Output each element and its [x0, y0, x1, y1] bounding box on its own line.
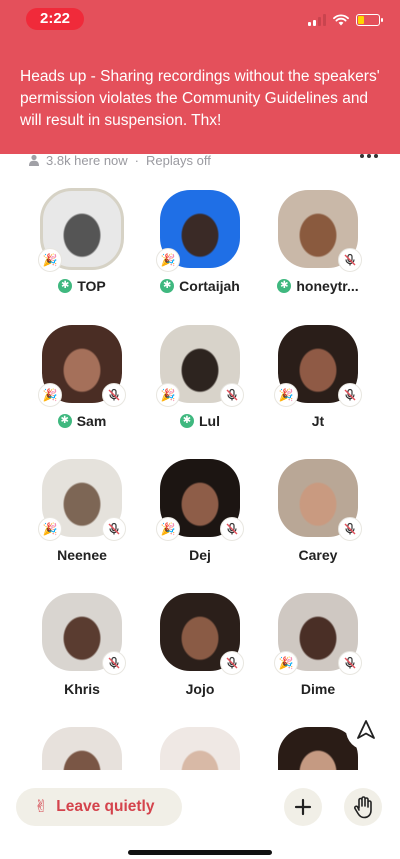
banner-message: Heads up - Sharing recordings without th…	[20, 68, 380, 129]
muted-mic-icon	[220, 651, 244, 675]
speaker-tile[interactable]: 🎉 Jt	[258, 325, 378, 445]
speaker-name-label: Cortaijah	[179, 278, 240, 294]
avatar-wrap	[42, 593, 126, 675]
speaker-tile[interactable]: 🎉 Dime	[258, 593, 378, 713]
cellular-signal-icon	[308, 14, 326, 26]
avatar-wrap	[160, 593, 244, 675]
listener-count: 3.8k here now	[46, 152, 128, 168]
speaker-tile[interactable]: Carey	[258, 459, 378, 579]
avatar-wrap	[278, 190, 362, 272]
speaker-name: Dej	[140, 547, 260, 563]
speaker-name: ✱ honeytr...	[258, 278, 378, 294]
muted-mic-icon	[220, 517, 244, 541]
speaker-name-label: Carey	[298, 547, 338, 563]
moderator-icon: ✱	[58, 279, 73, 293]
status-bar: 2:22	[0, 0, 400, 38]
avatar-wrap	[278, 459, 362, 541]
speaker-tile[interactable]: 🎉 ✱ TOP	[22, 188, 142, 310]
speaker-name-label: Neenee	[57, 547, 107, 563]
peace-hand-icon: ✌	[34, 797, 49, 816]
moderator-icon: ✱	[277, 279, 292, 293]
replays-status: Replays off	[146, 152, 211, 168]
speaker-name: Khris	[22, 681, 142, 697]
muted-mic-icon	[338, 651, 362, 675]
party-popper-icon: 🎉	[274, 383, 298, 407]
speaker-name-label: Jt	[311, 413, 325, 429]
status-icons	[308, 12, 383, 28]
speaker-name-label: honeytr...	[296, 278, 359, 294]
muted-mic-icon	[102, 517, 126, 541]
party-popper-icon: 🎉	[38, 248, 62, 272]
moderator-icon: ✱	[57, 414, 72, 428]
raise-hand-icon	[354, 796, 372, 819]
speaker-name: ✱ Lul	[140, 413, 260, 429]
avatar-wrap: 🎉	[38, 188, 124, 272]
speaker-tile[interactable]: Jojo	[140, 593, 260, 713]
party-popper-icon: 🎉	[38, 383, 62, 407]
person-icon	[29, 154, 39, 166]
muted-mic-icon	[220, 383, 244, 407]
avatar-wrap: 🎉	[274, 593, 362, 675]
speaker-tile[interactable]: 🎉 Dej	[140, 459, 260, 579]
guidelines-banner: 2:22 Heads up - Sharing recordings witho…	[0, 0, 400, 154]
home-indicator[interactable]	[128, 850, 272, 855]
speaker-name-label: Dej	[189, 547, 211, 563]
party-popper-icon: 🎉	[156, 248, 180, 272]
leave-quietly-button[interactable]: ✌ Leave quietly	[16, 788, 182, 826]
party-popper-icon: 🎉	[274, 651, 298, 675]
party-popper-icon: 🎉	[156, 517, 180, 541]
speaker-name: Jt	[258, 413, 378, 429]
arrow-glyph	[357, 720, 375, 739]
avatar-wrap: 🎉	[38, 459, 126, 541]
moderator-icon: ✱	[180, 414, 194, 428]
speaker-name-label: TOP	[77, 278, 106, 294]
avatar-wrap: 🎉	[38, 325, 126, 407]
muted-mic-icon	[102, 383, 126, 407]
battery-icon	[356, 14, 383, 26]
raise-hand-button[interactable]	[344, 788, 382, 826]
wifi-icon	[333, 14, 349, 26]
speaker-name: ✱ Sam	[22, 413, 142, 429]
navigation-arrow-icon[interactable]	[346, 710, 386, 750]
muted-mic-icon	[338, 517, 362, 541]
muted-mic-icon	[338, 383, 362, 407]
speaker-name: ✱ Cortaijah	[140, 278, 260, 294]
party-popper-icon: 🎉	[38, 517, 62, 541]
speaker-name-label: Khris	[64, 681, 100, 697]
speaker-tile[interactable]: ✱ honeytr...	[258, 190, 378, 310]
avatar-wrap: 🎉	[156, 190, 240, 272]
avatar-wrap: 🎉	[156, 325, 244, 407]
add-button[interactable]	[284, 788, 322, 826]
moderator-icon: ✱	[160, 279, 175, 293]
speaker-name: Carey	[258, 547, 378, 563]
avatar-wrap: 🎉	[156, 459, 244, 541]
speaker-name-label: Jojo	[185, 681, 215, 697]
leave-label: Leave quietly	[56, 798, 155, 815]
speaker-name: Jojo	[140, 681, 260, 697]
speaker-tile[interactable]: 🎉 ✱ Lul	[140, 325, 260, 445]
plus-icon	[294, 798, 312, 816]
avatar-wrap: 🎉	[274, 325, 362, 407]
speaker-name-label: Dime	[300, 681, 336, 697]
room-info: 3.8k here now · Replays off	[28, 150, 388, 170]
speaker-name-label: Lul	[199, 413, 220, 429]
speaker-name: Dime	[258, 681, 378, 697]
speaker-tile[interactable]: Khris	[22, 593, 142, 713]
speaker-name: Neenee	[22, 547, 142, 563]
muted-mic-icon	[338, 248, 362, 272]
status-time: 2:22	[26, 8, 84, 30]
bottom-bar: ✌ Leave quietly	[0, 770, 400, 859]
info-separator: ·	[134, 152, 140, 168]
speaker-tile[interactable]: 🎉 ✱ Cortaijah	[140, 190, 260, 310]
party-popper-icon: 🎉	[156, 383, 180, 407]
speaker-tile[interactable]: 🎉 Neenee	[22, 459, 142, 579]
muted-mic-icon	[102, 651, 126, 675]
speaker-name: ✱ TOP	[22, 278, 142, 294]
speaker-name-label: Sam	[76, 413, 107, 429]
more-options-icon[interactable]	[360, 154, 378, 158]
speaker-tile[interactable]: 🎉 ✱ Sam	[22, 325, 142, 445]
